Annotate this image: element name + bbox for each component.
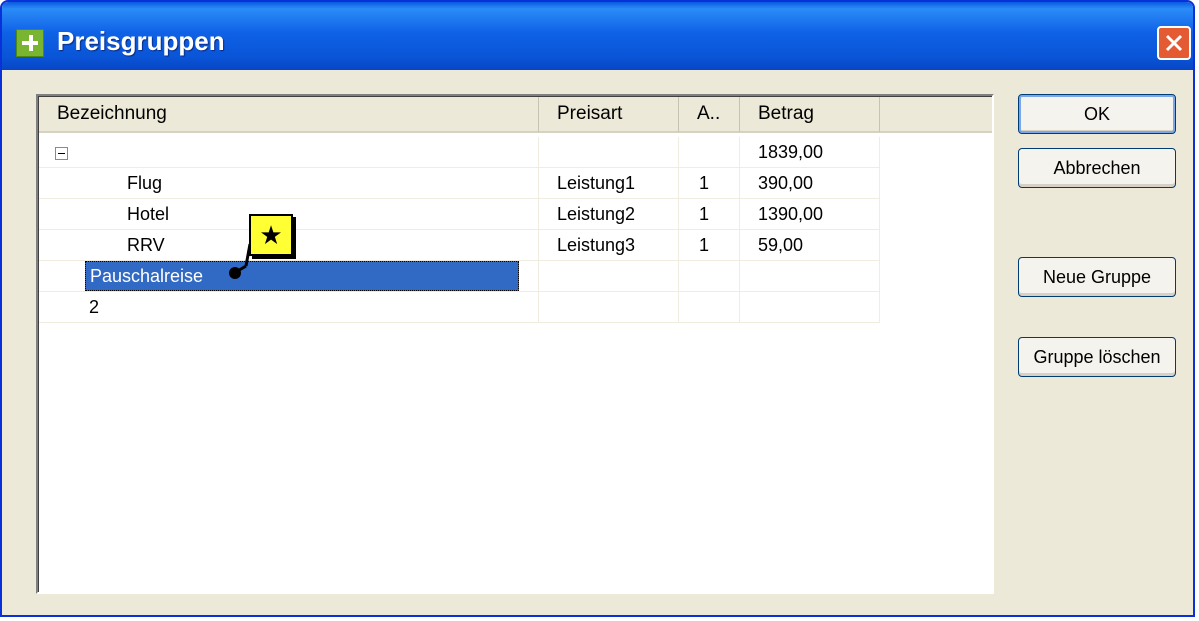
anzahl-cell: 1: [679, 230, 740, 261]
table-row[interactable]: Hotel Leistung2 1 1390,00: [39, 199, 880, 230]
anzahl-cell: 1: [679, 199, 740, 230]
window-title: Preisgruppen: [57, 26, 225, 56]
betrag-cell: 59,00: [740, 230, 880, 261]
new-group-button[interactable]: Neue Gruppe: [1018, 257, 1176, 297]
table-row[interactable]: Flug Leistung1 1 390,00: [39, 168, 880, 199]
delete-group-button[interactable]: Gruppe löschen: [1018, 337, 1176, 377]
column-header-bezeichnung[interactable]: Bezeichnung: [39, 97, 539, 133]
table-row[interactable]: RRV Leistung3 1 59,00: [39, 230, 880, 261]
column-header-anzahl[interactable]: A..: [679, 97, 740, 133]
preisart-cell: Leistung2: [539, 199, 679, 230]
table-row[interactable]: 2: [39, 292, 880, 323]
collapse-icon[interactable]: [55, 147, 68, 160]
table-row[interactable]: 1839,00: [39, 137, 880, 168]
betrag-cell: 1390,00: [740, 199, 880, 230]
ok-button[interactable]: OK: [1018, 94, 1176, 134]
star-icon: ★: [259, 220, 283, 250]
plus-icon: [16, 29, 44, 57]
price-group-list[interactable]: Bezeichnung Preisart A.. Betrag 1839,00 …: [36, 94, 994, 594]
anzahl-cell: 1: [679, 168, 740, 199]
cancel-button[interactable]: Abbrechen: [1018, 148, 1176, 188]
close-icon: [1165, 34, 1183, 52]
dialog-window: Preisgruppen Bezeichnung Preisart A.. Be…: [0, 0, 1195, 617]
preisart-cell: Leistung3: [539, 230, 679, 261]
close-button[interactable]: [1157, 26, 1191, 60]
betrag-cell: 1839,00: [740, 137, 880, 168]
column-header-preisart[interactable]: Preisart: [539, 97, 679, 133]
betrag-cell: 390,00: [740, 168, 880, 199]
preisart-cell: Leistung1: [539, 168, 679, 199]
selected-group-name-editor[interactable]: Pauschalreise: [85, 261, 519, 291]
title-bar[interactable]: Preisgruppen: [2, 2, 1193, 70]
bezeichnung-cell: 2: [39, 292, 539, 323]
bezeichnung-cell: Flug: [39, 168, 539, 199]
column-header-filler: [880, 97, 992, 133]
column-header-betrag[interactable]: Betrag: [740, 97, 880, 133]
callout-star-marker: ★: [249, 214, 293, 256]
